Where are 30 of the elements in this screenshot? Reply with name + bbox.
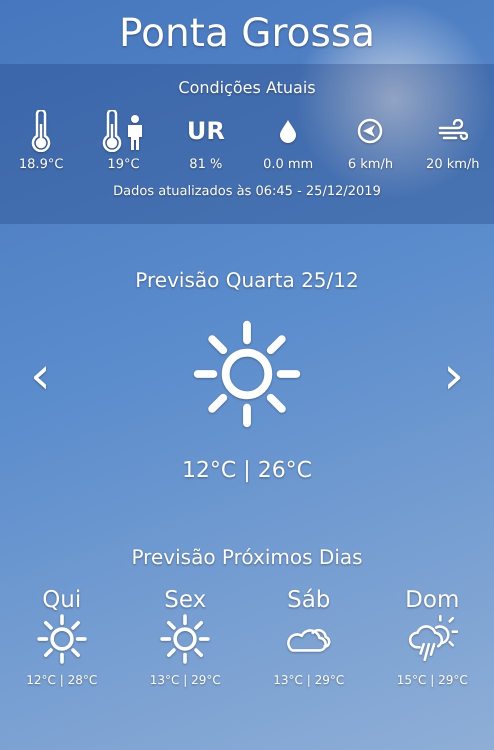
city-title: Ponta Grossa [118,10,376,58]
sun-icon [159,613,212,665]
reading: 20 km/h [426,157,480,172]
reading: 81 % [189,157,222,172]
section-title: Previsão Próximos Dias [131,545,363,569]
temperature-range: 13°C | 29°C [273,673,344,687]
reading: 18.9°C [18,157,64,172]
temperature-range: 12°C | 26°C [182,458,312,483]
day-name: Sex [164,587,206,613]
sun-icon [36,613,88,665]
reading: 19°C [107,157,140,172]
temperature-range: 15°C | 29°C [396,673,468,687]
previous-button[interactable]: ‹ [22,350,59,402]
update-time: Dados atualizados às 06:45 - 25/12/2019 [113,184,381,199]
section-title: Condições Atuais [178,78,316,97]
drop-icon [278,118,298,144]
temperature-range: 12°C | 28°C [26,673,98,687]
next-button[interactable]: › [435,350,472,402]
reading: 6 km/h [348,157,394,172]
humidity-label: UR [186,117,225,145]
reading: 0.0 mm [263,157,314,172]
day-name: Sáb [287,587,330,613]
temperature-range: 13°C | 29°C [150,673,221,687]
wind-icon [438,119,468,143]
compass-icon [357,118,384,144]
sun-icon [191,318,303,430]
section-title: Previsão Quarta 25/12 [135,268,359,292]
day-name: Qui [42,587,82,613]
day-name: Dom [405,587,460,613]
thermometer-icon [29,110,54,152]
